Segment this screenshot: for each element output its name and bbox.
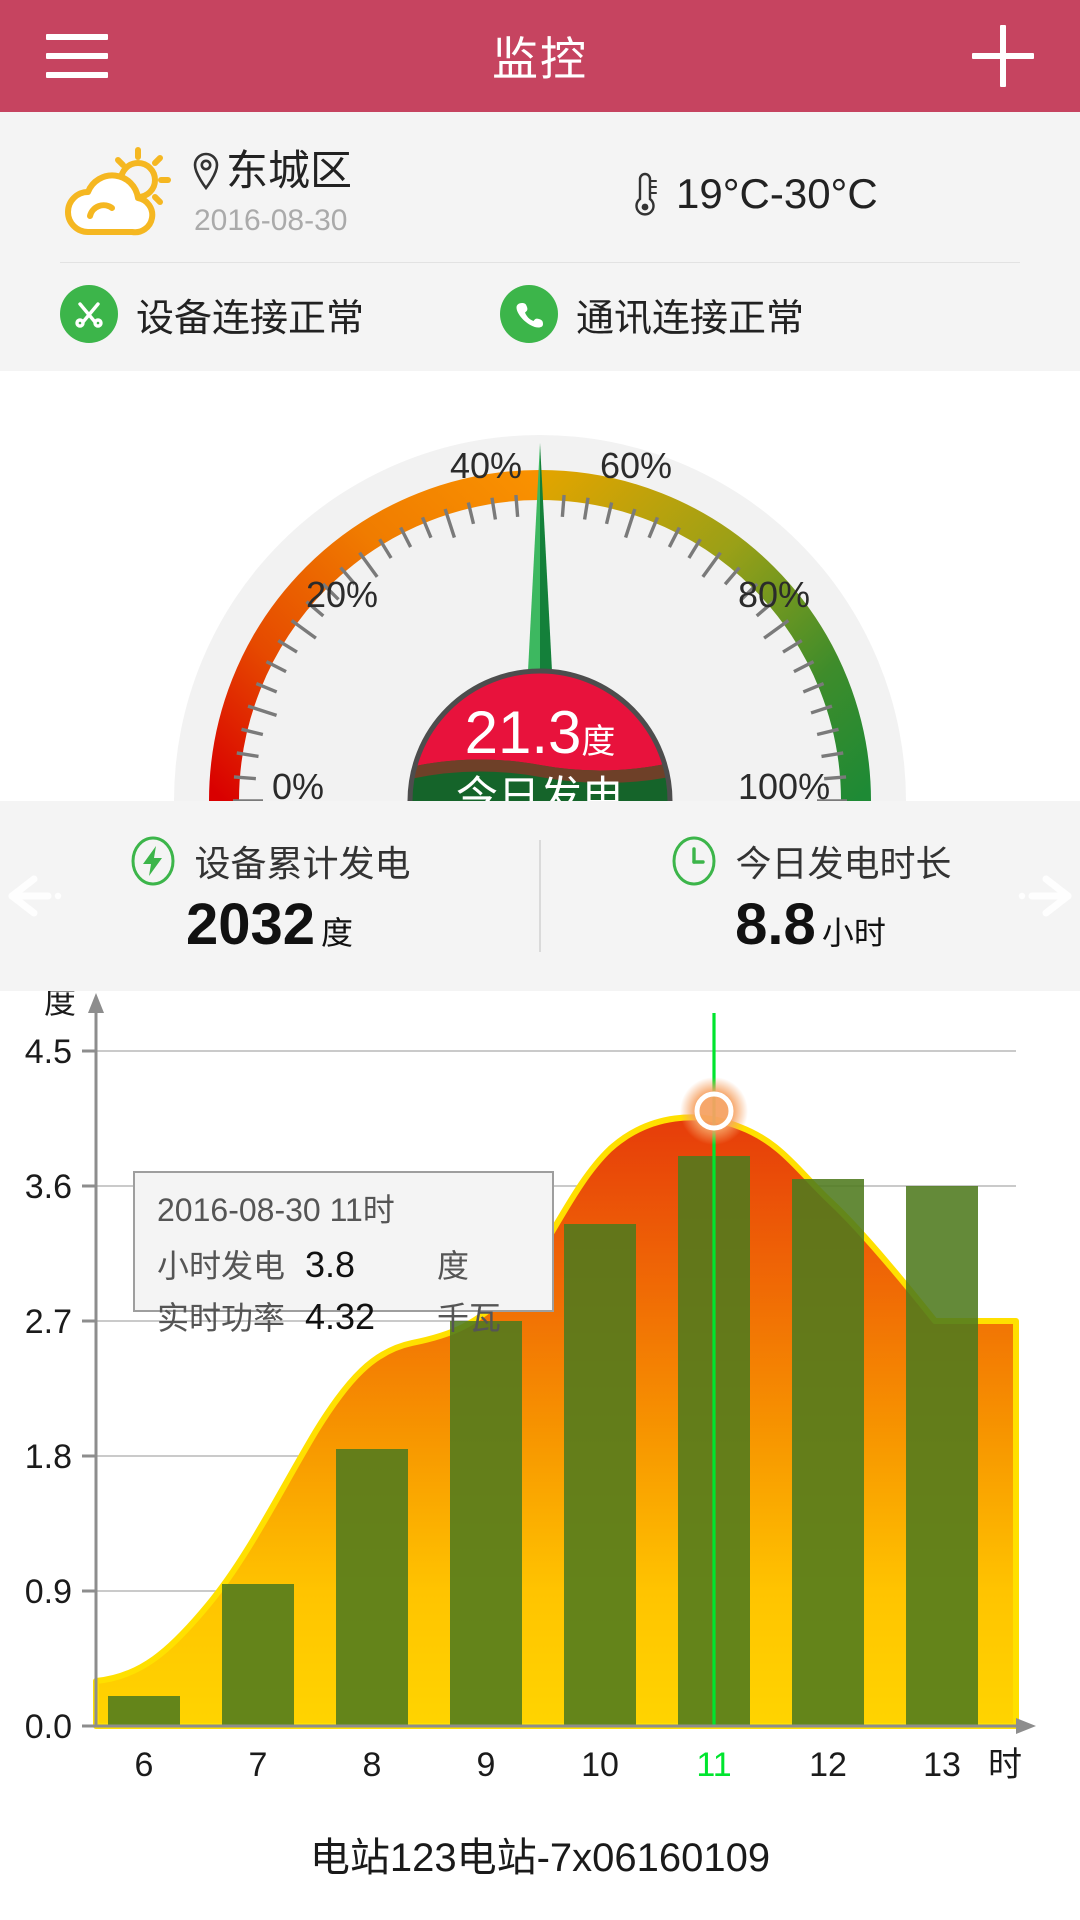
y-tick-4: 3.6	[25, 1168, 72, 1206]
weather-location-block: 东城区 2016-08-30	[180, 150, 630, 238]
tooltip-value: 4.32	[305, 1296, 376, 1337]
y-tick-3: 2.7	[25, 1303, 72, 1341]
tooltip-key: 实时功率	[157, 1300, 286, 1336]
tools-icon	[60, 285, 118, 343]
arrow-right-icon[interactable]	[1008, 869, 1078, 923]
chart-svg: 0.0 0.9 1.8 2.7 3.6 4.5 度 6 7 8 9 10 11 …	[25, 991, 1036, 1784]
status-device-label: 设备连接正常	[136, 297, 365, 340]
tooltip-value: 3.8	[305, 1244, 356, 1285]
stat-header: 设备累计发电	[128, 835, 411, 887]
stat-value-number: 2032	[185, 892, 315, 958]
hourly-generation-chart[interactable]: 0.0 0.9 1.8 2.7 3.6 4.5 度 6 7 8 9 10 11 …	[0, 991, 1080, 1891]
temperature-range: 19°C-30°C	[676, 170, 878, 217]
stat-value-unit: 小时	[821, 915, 886, 952]
clock-icon	[669, 836, 719, 886]
status-device-connection: 设备连接正常	[60, 285, 500, 343]
y-tick-1: 0.9	[25, 1573, 72, 1611]
gauge-label-60: 60%	[600, 445, 672, 486]
stat-value-number: 8.8	[735, 892, 816, 958]
x-tick-7: 7	[249, 1746, 268, 1784]
sun-behind-cloud-icon	[60, 144, 180, 244]
today-generation-gauge: 0% 20% 40% 60% 80% 100% 21.3度 今日发电	[0, 371, 1080, 801]
bar-8	[336, 1449, 408, 1726]
gauge-value-number: 21.3	[465, 699, 582, 766]
stats-carousel[interactable]: 设备累计发电 2032 度 今日发电时长 8.8 小时	[0, 801, 1080, 991]
chart-y-axis-arrow	[88, 993, 104, 1013]
gauge-value-unit: 度	[581, 723, 615, 761]
stat-header: 今日发电时长	[669, 835, 952, 887]
location-name: 东城区	[226, 147, 353, 194]
hamburger-menu-icon[interactable]	[46, 34, 108, 78]
gauge-label-0: 0%	[272, 766, 324, 801]
tooltip-row: 实时功率 4.32 千瓦	[157, 1293, 530, 1339]
gauge-label-100: 100%	[738, 766, 830, 801]
app-header: 监控	[0, 0, 1080, 112]
weather-panel: 东城区 2016-08-30 19°C-30°C 设备连接正常 通讯连接正常	[0, 112, 1080, 371]
gauge-label-20: 20%	[306, 574, 378, 615]
status-comm-connection: 通讯连接正常	[500, 285, 804, 343]
stat-label: 今日发电时长	[735, 843, 952, 885]
hamburger-bar	[46, 72, 108, 78]
tooltip-key: 小时发电	[157, 1248, 286, 1284]
temperature-block: 19°C-30°C	[630, 169, 1020, 219]
chart-x-axis-arrow	[1016, 1718, 1036, 1734]
x-tick-9: 9	[477, 1746, 496, 1784]
thermometer-icon	[630, 169, 660, 219]
bar-13	[906, 1186, 978, 1726]
chart-y-axis-label: 度	[44, 991, 76, 1020]
gauge-svg: 0% 20% 40% 60% 80% 100% 21.3度 今日发电	[174, 435, 906, 801]
gauge-label-40: 40%	[450, 445, 522, 486]
arrow-left-icon[interactable]	[2, 869, 72, 923]
x-tick-8: 8	[363, 1746, 382, 1784]
weather-date: 2016-08-30	[194, 204, 348, 237]
x-tick-6: 6	[135, 1746, 154, 1784]
gauge-caption: 今日发电	[456, 773, 624, 801]
status-comm-label: 通讯连接正常	[576, 297, 805, 340]
hamburger-bar	[46, 34, 108, 40]
stat-value: 2032 度	[186, 893, 353, 957]
connection-status-row: 设备连接正常 通讯连接正常	[60, 263, 1020, 353]
tooltip-unit: 度	[437, 1248, 470, 1284]
page-title: 监控	[492, 33, 588, 85]
y-tick-2: 1.8	[25, 1438, 72, 1476]
tooltip-title: 2016-08-30 11时	[157, 1192, 395, 1228]
chart-tooltip: 2016-08-30 11时 小时发电 3.8 度 实时功率 4.32 千瓦	[133, 1171, 554, 1337]
y-tick-0: 0.0	[25, 1708, 72, 1746]
y-tick-5: 4.5	[25, 1033, 72, 1071]
add-icon[interactable]	[972, 25, 1034, 87]
tooltip-unit: 千瓦	[437, 1300, 502, 1336]
bar-12	[792, 1179, 864, 1726]
x-tick-11: 11	[696, 1746, 731, 1784]
location-pin-icon	[190, 151, 222, 191]
stat-label: 设备累计发电	[194, 843, 411, 885]
phone-icon	[500, 285, 558, 343]
stat-value: 8.8 小时	[735, 893, 886, 957]
tooltip-row: 小时发电 3.8 度	[157, 1241, 530, 1287]
gauge-label-80: 80%	[738, 574, 810, 615]
hamburger-bar	[46, 53, 108, 59]
lightning-bolt-icon	[128, 836, 178, 886]
stat-generation-hours: 今日发电时长 8.8 小时	[541, 835, 1080, 957]
weather-top-row: 东城区 2016-08-30 19°C-30°C	[60, 134, 1020, 254]
chart-marker-glow	[680, 1077, 748, 1145]
stat-value-unit: 度	[321, 915, 354, 952]
x-tick-10: 10	[581, 1746, 619, 1784]
bar-9	[450, 1321, 522, 1726]
bar-10	[564, 1224, 636, 1726]
x-tick-13: 13	[923, 1746, 961, 1784]
bar-6	[108, 1696, 180, 1726]
monitor-screen: 监控 东城区 2016-08-30 19°C-30°C 设备连接正常 通讯连接正…	[0, 0, 1080, 1920]
stat-total-generation: 设备累计发电 2032 度	[0, 835, 539, 957]
x-tick-12: 12	[809, 1746, 847, 1784]
bar-7	[222, 1584, 294, 1726]
location-line: 东城区	[190, 150, 630, 192]
chart-x-axis-label: 时	[988, 1746, 1022, 1784]
chart-footer-caption: 电站123电站-7x06160109	[309, 1836, 771, 1880]
